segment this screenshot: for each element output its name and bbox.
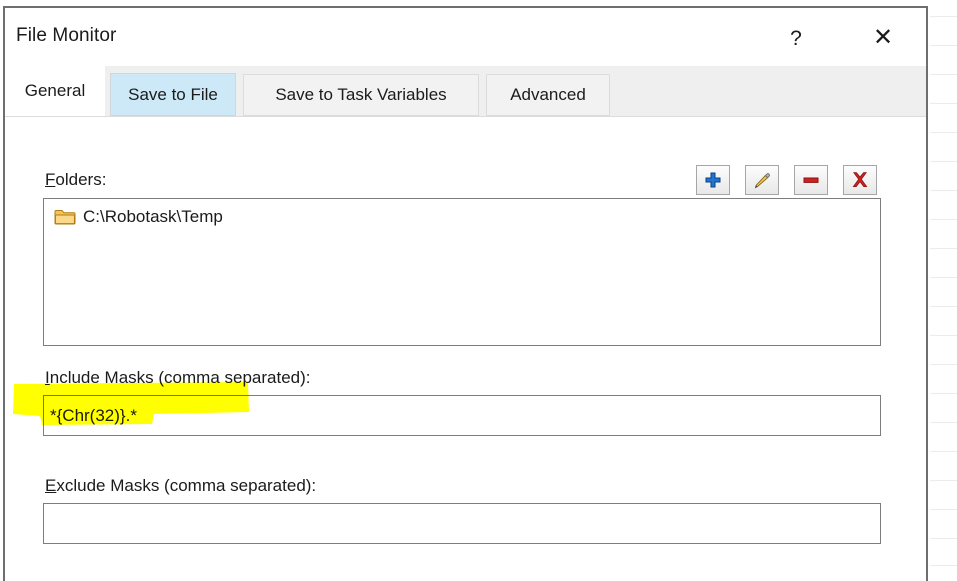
tab-general[interactable]: General	[5, 66, 105, 116]
grid-line	[930, 335, 957, 336]
exclude-masks-label-accesskey: E	[45, 476, 56, 495]
include-masks-label-rest: nclude Masks (comma separated):	[50, 368, 311, 387]
remove-folder-button[interactable]	[794, 165, 828, 195]
tab-panel-general: Folders:	[5, 116, 926, 581]
grid-line	[930, 393, 957, 394]
folder-icon	[54, 208, 76, 226]
list-item-label: C:\Robotask\Temp	[83, 207, 223, 227]
include-masks-label: Include Masks (comma separated):	[45, 368, 311, 388]
grid-line	[930, 190, 957, 191]
cross-icon	[851, 171, 869, 189]
exclude-masks-input[interactable]	[43, 503, 881, 544]
exclude-masks-label-rest: xclude Masks (comma separated):	[56, 476, 316, 495]
list-item[interactable]: C:\Robotask\Temp	[44, 203, 880, 231]
grid-line	[930, 451, 957, 452]
grid-line	[930, 422, 957, 423]
minus-icon	[802, 171, 820, 189]
include-masks-input[interactable]: *{Chr(32)}.*	[43, 395, 881, 436]
grid-line	[930, 538, 957, 539]
tab-strip: General Save to File Save to Task Variab…	[5, 66, 926, 116]
pencil-icon	[753, 171, 771, 189]
grid-line	[930, 161, 957, 162]
grid-line	[930, 219, 957, 220]
edit-folder-button[interactable]	[745, 165, 779, 195]
dialog-title: File Monitor	[16, 25, 116, 47]
plus-icon	[704, 171, 722, 189]
grid-line	[930, 277, 957, 278]
grid-line	[930, 132, 957, 133]
folders-label-rest: olders:	[55, 170, 106, 189]
grid-line	[930, 74, 957, 75]
grid-line	[930, 103, 957, 104]
grid-line	[930, 480, 957, 481]
grid-line	[930, 565, 957, 566]
tab-save-to-file[interactable]: Save to File	[110, 73, 236, 116]
exclude-masks-label: Exclude Masks (comma separated):	[45, 476, 316, 496]
folders-label-accesskey: F	[45, 170, 55, 189]
dialog-titlebar: File Monitor ? ✕	[5, 8, 926, 66]
grid-line	[930, 248, 957, 249]
help-button[interactable]: ?	[773, 20, 819, 56]
add-folder-button[interactable]	[696, 165, 730, 195]
grid-line	[930, 509, 957, 510]
folders-listbox[interactable]: C:\Robotask\Temp	[43, 198, 881, 346]
grid-line	[930, 16, 957, 17]
tab-save-to-task-variables[interactable]: Save to Task Variables	[243, 74, 479, 116]
file-monitor-dialog: File Monitor ? ✕ General Save to File Sa…	[3, 6, 928, 581]
folders-label: Folders:	[45, 170, 106, 190]
tab-advanced[interactable]: Advanced	[486, 74, 610, 116]
grid-line	[930, 364, 957, 365]
grid-line	[930, 45, 957, 46]
include-masks-value: *{Chr(32)}.*	[50, 406, 137, 426]
clear-folders-button[interactable]	[843, 165, 877, 195]
close-button[interactable]: ✕	[860, 20, 906, 56]
grid-line	[930, 306, 957, 307]
